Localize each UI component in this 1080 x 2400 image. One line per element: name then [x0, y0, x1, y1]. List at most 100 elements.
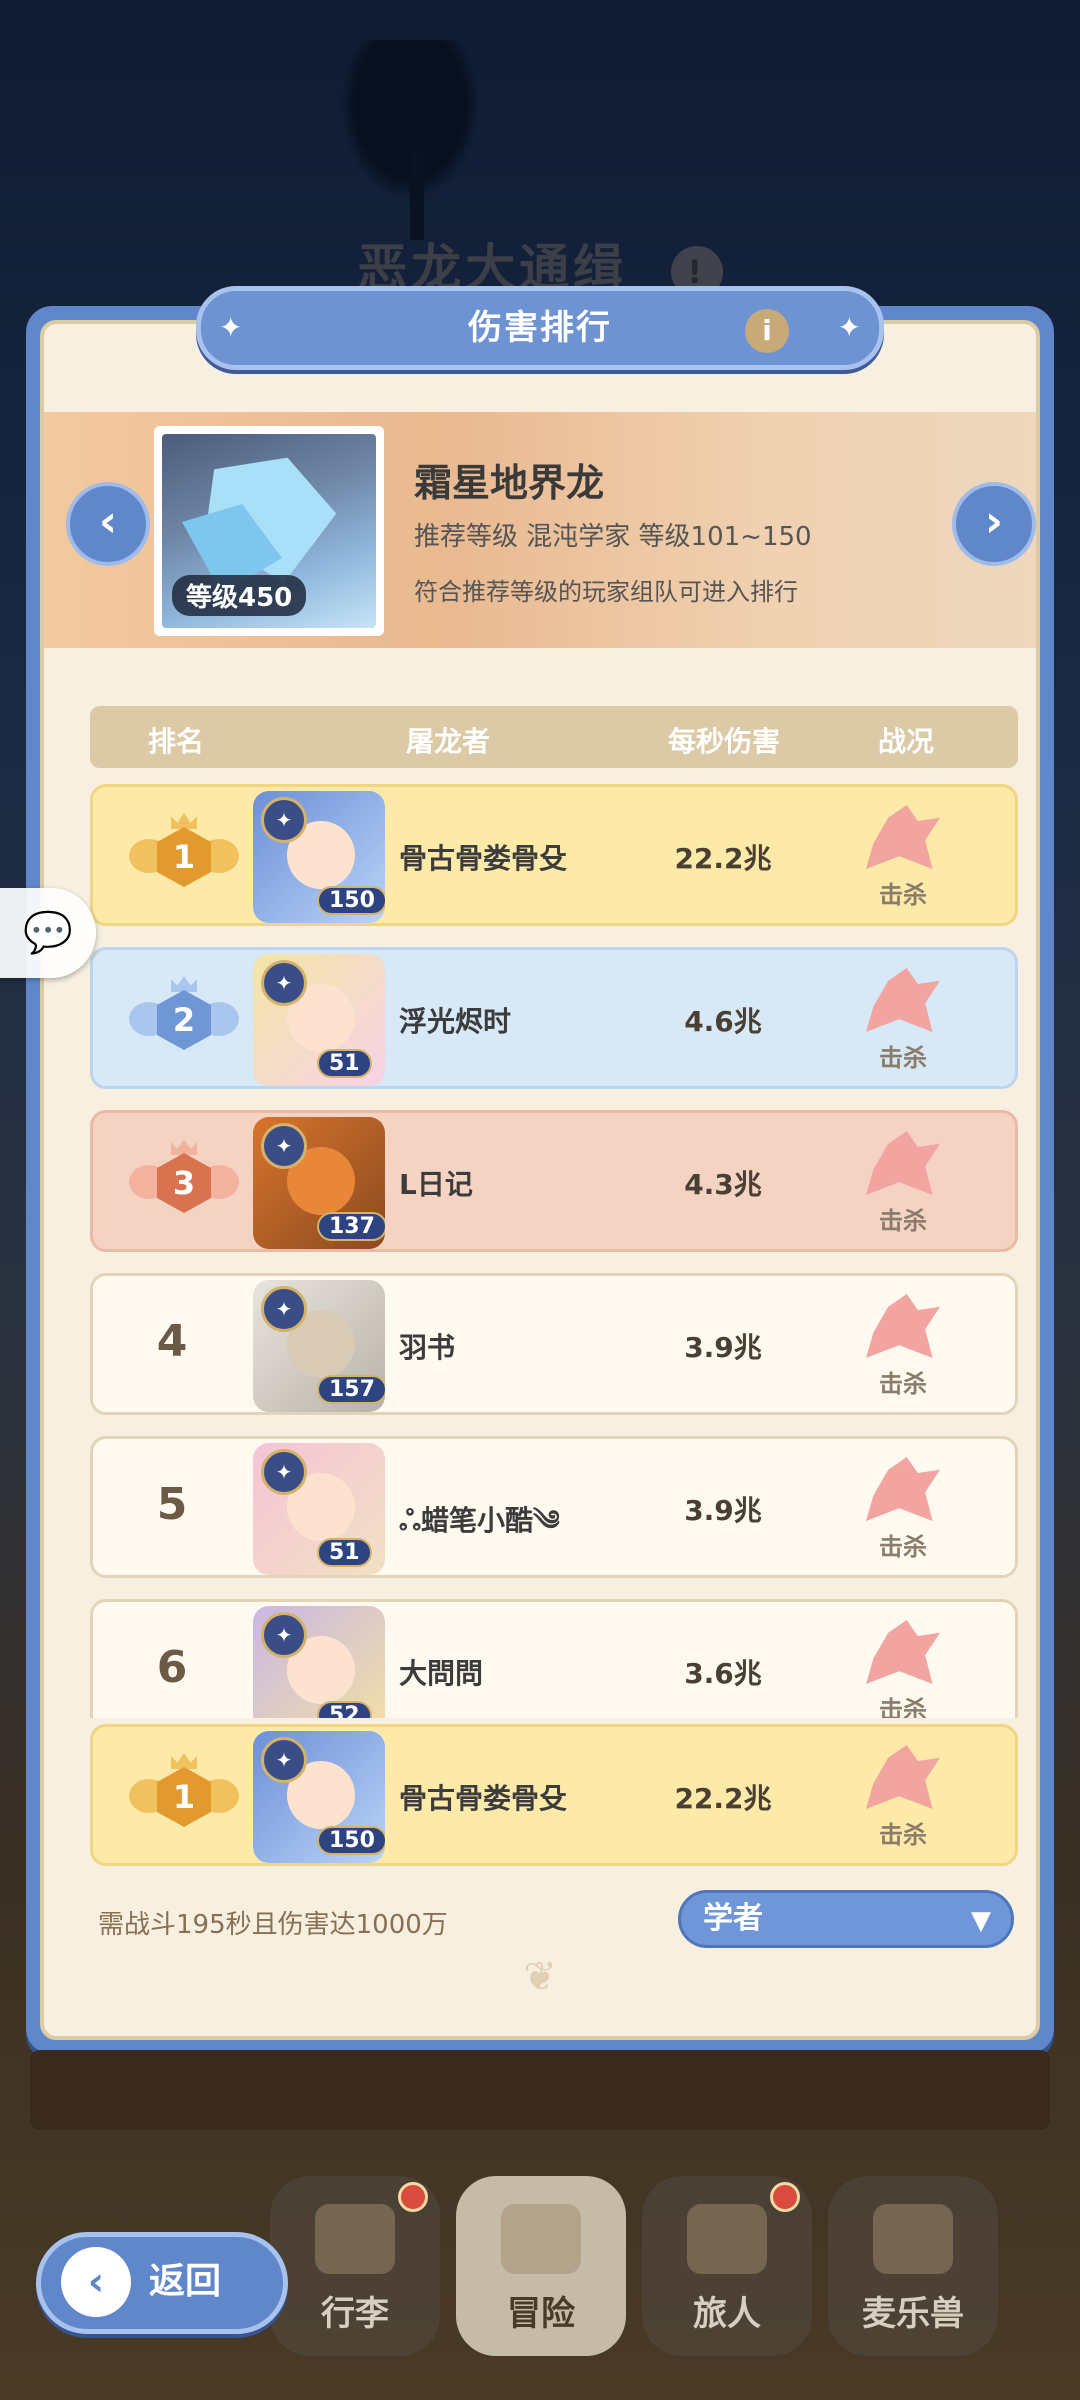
player-level: 51 — [317, 1049, 372, 1078]
boss-header: ‹ 等级450 霜星地界龙 推荐等级 混沌学家 等级101~150 符合推荐等级… — [44, 412, 1036, 648]
rank-number: 5 — [156, 1479, 188, 1530]
info-icon[interactable]: i — [745, 309, 789, 353]
battle-status: 击杀 — [853, 1620, 953, 1718]
bag-icon — [315, 2204, 395, 2274]
player-dps: 4.6兆 — [684, 1005, 762, 1038]
player-dps: 3.6兆 — [684, 1657, 762, 1690]
nav-label: 行李 — [321, 2294, 389, 2334]
battle-status: 击杀 — [853, 1294, 953, 1399]
title-emblem-icon: ✦ — [261, 1612, 307, 1658]
player-level: 51 — [317, 1538, 372, 1567]
class-filter-value: 学者 — [703, 1901, 763, 1936]
ranking-row[interactable]: 3 ✦ 137 L日记 4.3兆 击杀 — [90, 1110, 1018, 1252]
title-emblem-icon: ✦ — [261, 1449, 307, 1495]
player-level: 137 — [317, 1212, 385, 1241]
player-level: 150 — [317, 1826, 385, 1855]
status-label: 击杀 — [879, 881, 927, 909]
player-avatar[interactable]: ✦ 51 — [253, 1443, 385, 1575]
boss-portrait: 等级450 — [154, 426, 384, 636]
back-arrow-icon: ‹ — [61, 2247, 131, 2317]
dragon-kill-icon — [866, 1294, 940, 1358]
dragon-kill-icon — [866, 1457, 940, 1521]
player-avatar[interactable]: ✦ 157 — [253, 1280, 385, 1412]
player-dps: 22.2兆 — [674, 1782, 772, 1815]
nav-label: 旅人 — [693, 2294, 761, 2334]
player-level: 150 — [317, 886, 385, 915]
ranking-row[interactable]: 1 ✦ 150 骨古骨娄骨殳 22.2兆 击杀 — [90, 784, 1018, 926]
panel-title: 伤害排行 — [468, 308, 612, 348]
battle-status: 击杀 — [853, 1131, 953, 1236]
my-ranking-row[interactable]: 1 ✦ 150 骨古骨娄骨殳 22.2兆 击杀 — [90, 1724, 1018, 1866]
ranking-row[interactable]: 2 ✦ 51 浮光烬时 4.6兆 击杀 — [90, 947, 1018, 1089]
player-level: 157 — [317, 1375, 385, 1404]
player-avatar[interactable]: ✦ 150 — [253, 1731, 385, 1863]
bottom-shelf — [30, 2050, 1050, 2130]
background-tree-trunk — [410, 150, 424, 240]
sparkle-icon: ✦ — [219, 311, 243, 344]
panel-body: ‹ 等级450 霜星地界龙 推荐等级 混沌学家 等级101~150 符合推荐等级… — [40, 320, 1040, 2040]
boss-ranking-note: 符合推荐等级的玩家组队可进入排行 — [414, 578, 798, 606]
header-status: 战况 — [878, 725, 935, 758]
nav-item-pets[interactable]: 麦乐兽 — [828, 2176, 998, 2356]
battle-status: 击杀 — [853, 1457, 953, 1562]
battle-status: 击杀 — [853, 1745, 953, 1850]
notification-dot — [398, 2182, 428, 2212]
player-dps: 4.3兆 — [684, 1168, 762, 1201]
player-name: L日记 — [399, 1168, 473, 1201]
title-emblem-icon: ✦ — [261, 1286, 307, 1332]
dragon-kill-icon — [866, 1620, 940, 1684]
silver-medal-icon: 2 — [129, 976, 239, 1064]
player-name: 浮光烬时 — [399, 1005, 512, 1038]
boss-recommend-level: 推荐等级 混沌学家 等级101~150 — [414, 522, 812, 552]
nav-label: 冒险 — [507, 2294, 575, 2334]
player-name: 骨古骨娄骨殳 — [399, 1782, 568, 1815]
ranking-row[interactable]: 4 ✦ 157 羽书 3.9兆 击杀 — [90, 1273, 1018, 1415]
nav-item-travelers[interactable]: 旅人 — [642, 2176, 812, 2356]
player-name: ஃ蜡笔小酷༄ — [399, 1504, 560, 1537]
player-avatar[interactable]: ✦ 52 — [253, 1606, 385, 1718]
title-emblem-icon: ✦ — [261, 960, 307, 1006]
status-label: 击杀 — [879, 1821, 927, 1849]
ranking-list[interactable]: 1 ✦ 150 骨古骨娄骨殳 22.2兆 击杀 2 ✦ 51 浮光烬时 4.6兆… — [90, 784, 1018, 1718]
boss-image: 等级450 — [162, 434, 376, 628]
nav-label: 麦乐兽 — [862, 2294, 964, 2334]
class-filter-dropdown[interactable]: 学者 ▼ — [678, 1890, 1014, 1948]
status-label: 击杀 — [879, 1207, 927, 1235]
boss-level-badge: 等级450 — [172, 575, 307, 616]
cat-icon — [873, 2204, 953, 2274]
ranking-row[interactable]: 5 ✦ 51 ஃ蜡笔小酷༄ 3.9兆 击杀 — [90, 1436, 1018, 1578]
header-rank: 排名 — [148, 725, 205, 758]
status-label: 击杀 — [879, 1696, 927, 1718]
status-label: 击杀 — [879, 1044, 927, 1072]
player-dps: 22.2兆 — [674, 842, 772, 875]
dragon-kill-icon — [866, 968, 940, 1032]
ornament-icon: ❦ — [523, 1954, 557, 2000]
nav-item-bag[interactable]: 行李 — [270, 2176, 440, 2356]
ranking-row[interactable]: 6 ✦ 52 大問問 3.6兆 击杀 — [90, 1599, 1018, 1718]
header-dps: 每秒伤害 — [668, 725, 781, 758]
ranking-table-header: 排名 屠龙者 每秒伤害 战况 — [90, 706, 1018, 768]
nav-item-adventure[interactable]: 冒险 — [456, 2176, 626, 2356]
player-dps: 3.9兆 — [684, 1494, 762, 1527]
player-name: 羽书 — [399, 1331, 456, 1364]
dragon-kill-icon — [866, 805, 940, 869]
notification-dot — [770, 2182, 800, 2212]
prev-boss-button[interactable]: ‹ — [66, 482, 150, 566]
gold-medal-icon: 1 — [129, 1753, 239, 1841]
bronze-medal-icon: 3 — [129, 1139, 239, 1227]
next-boss-button[interactable]: › — [952, 482, 1036, 566]
back-button[interactable]: ‹ 返回 — [36, 2232, 288, 2334]
gold-medal-icon: 1 — [129, 813, 239, 901]
back-label: 返回 — [149, 2261, 222, 2302]
player-avatar[interactable]: ✦ 51 — [253, 954, 385, 1086]
title-emblem-icon: ✦ — [261, 797, 307, 843]
player-avatar[interactable]: ✦ 137 — [253, 1117, 385, 1249]
chat-icon[interactable]: 💬 — [0, 888, 96, 978]
status-label: 击杀 — [879, 1370, 927, 1398]
player-avatar[interactable]: ✦ 150 — [253, 791, 385, 923]
player-level: 52 — [317, 1701, 372, 1718]
crossed-swords-icon — [501, 2204, 581, 2274]
header-player: 屠龙者 — [406, 725, 491, 758]
sparkle-icon: ✦ — [837, 311, 861, 344]
rank-number: 4 — [156, 1316, 188, 1367]
